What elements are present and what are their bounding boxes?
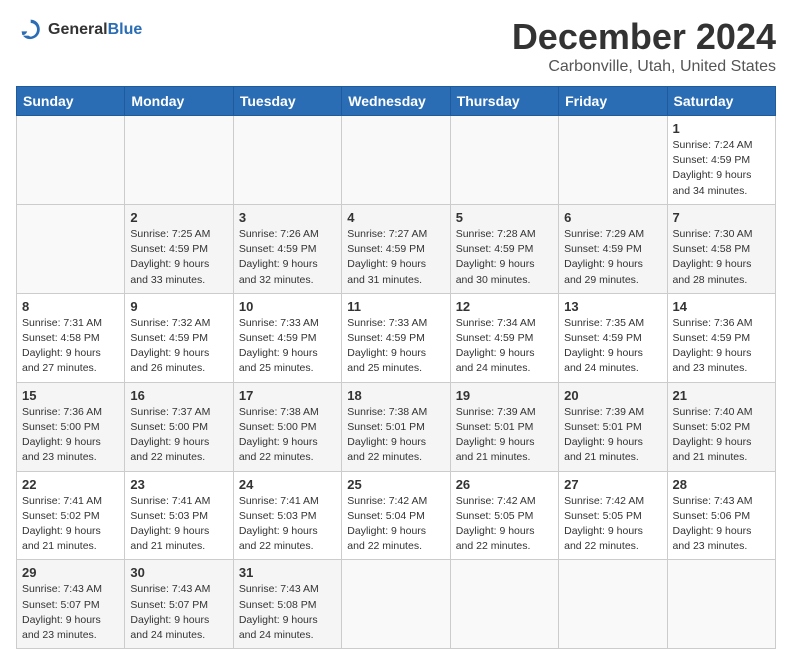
calendar-day-9: 9Sunrise: 7:32 AMSunset: 4:59 PMDaylight…: [125, 293, 233, 382]
empty-cell: [450, 116, 558, 205]
calendar-day-26: 26Sunrise: 7:42 AMSunset: 5:05 PMDayligh…: [450, 471, 558, 560]
calendar-header-monday: Monday: [125, 87, 233, 116]
calendar-header-row: SundayMondayTuesdayWednesdayThursdayFrid…: [17, 87, 776, 116]
calendar-table: SundayMondayTuesdayWednesdayThursdayFrid…: [16, 86, 776, 649]
logo-general: General: [48, 21, 108, 38]
calendar-day-19: 19Sunrise: 7:39 AMSunset: 5:01 PMDayligh…: [450, 382, 558, 471]
calendar-day-5: 5Sunrise: 7:28 AMSunset: 4:59 PMDaylight…: [450, 204, 558, 293]
calendar-day-16: 16Sunrise: 7:37 AMSunset: 5:00 PMDayligh…: [125, 382, 233, 471]
logo-icon: [16, 16, 44, 44]
logo-blue: Blue: [108, 21, 143, 38]
empty-cell: [559, 116, 667, 205]
empty-cell: [559, 560, 667, 649]
page-header: GeneralBlue December 2024 Carbonville, U…: [16, 16, 776, 76]
month-title: December 2024: [512, 16, 776, 58]
location-title: Carbonville, Utah, United States: [512, 58, 776, 76]
calendar-header-saturday: Saturday: [667, 87, 775, 116]
calendar-day-28: 28Sunrise: 7:43 AMSunset: 5:06 PMDayligh…: [667, 471, 775, 560]
logo: GeneralBlue: [16, 16, 142, 44]
calendar-day-18: 18Sunrise: 7:38 AMSunset: 5:01 PMDayligh…: [342, 382, 450, 471]
calendar-header-thursday: Thursday: [450, 87, 558, 116]
calendar-header-tuesday: Tuesday: [233, 87, 341, 116]
calendar-day-4: 4Sunrise: 7:27 AMSunset: 4:59 PMDaylight…: [342, 204, 450, 293]
empty-cell: [667, 560, 775, 649]
calendar-day-10: 10Sunrise: 7:33 AMSunset: 4:59 PMDayligh…: [233, 293, 341, 382]
calendar-day-3: 3Sunrise: 7:26 AMSunset: 4:59 PMDaylight…: [233, 204, 341, 293]
calendar-day-7: 7Sunrise: 7:30 AMSunset: 4:58 PMDaylight…: [667, 204, 775, 293]
calendar-header-sunday: Sunday: [17, 87, 125, 116]
empty-cell: [233, 116, 341, 205]
calendar-day-2: 2Sunrise: 7:25 AMSunset: 4:59 PMDaylight…: [125, 204, 233, 293]
calendar-day-22: 22Sunrise: 7:41 AMSunset: 5:02 PMDayligh…: [17, 471, 125, 560]
calendar-day-6: 6Sunrise: 7:29 AMSunset: 4:59 PMDaylight…: [559, 204, 667, 293]
calendar-day-8: 8Sunrise: 7:31 AMSunset: 4:58 PMDaylight…: [17, 293, 125, 382]
calendar-day-24: 24Sunrise: 7:41 AMSunset: 5:03 PMDayligh…: [233, 471, 341, 560]
calendar-day-11: 11Sunrise: 7:33 AMSunset: 4:59 PMDayligh…: [342, 293, 450, 382]
calendar-body: 1Sunrise: 7:24 AMSunset: 4:59 PMDaylight…: [17, 116, 776, 649]
title-area: December 2024 Carbonville, Utah, United …: [512, 16, 776, 76]
empty-cell: [17, 116, 125, 205]
calendar-day-12: 12Sunrise: 7:34 AMSunset: 4:59 PMDayligh…: [450, 293, 558, 382]
calendar-day-25: 25Sunrise: 7:42 AMSunset: 5:04 PMDayligh…: [342, 471, 450, 560]
empty-cell: [342, 560, 450, 649]
calendar-day-23: 23Sunrise: 7:41 AMSunset: 5:03 PMDayligh…: [125, 471, 233, 560]
calendar-day-17: 17Sunrise: 7:38 AMSunset: 5:00 PMDayligh…: [233, 382, 341, 471]
calendar-header-friday: Friday: [559, 87, 667, 116]
calendar-day-20: 20Sunrise: 7:39 AMSunset: 5:01 PMDayligh…: [559, 382, 667, 471]
calendar-day-30: 30Sunrise: 7:43 AMSunset: 5:07 PMDayligh…: [125, 560, 233, 649]
calendar-day-21: 21Sunrise: 7:40 AMSunset: 5:02 PMDayligh…: [667, 382, 775, 471]
calendar-day-31: 31Sunrise: 7:43 AMSunset: 5:08 PMDayligh…: [233, 560, 341, 649]
calendar-header-wednesday: Wednesday: [342, 87, 450, 116]
calendar-day-15: 15Sunrise: 7:36 AMSunset: 5:00 PMDayligh…: [17, 382, 125, 471]
calendar-day-27: 27Sunrise: 7:42 AMSunset: 5:05 PMDayligh…: [559, 471, 667, 560]
calendar-day-13: 13Sunrise: 7:35 AMSunset: 4:59 PMDayligh…: [559, 293, 667, 382]
empty-cell: [450, 560, 558, 649]
calendar-day-29: 29Sunrise: 7:43 AMSunset: 5:07 PMDayligh…: [17, 560, 125, 649]
calendar-day-14: 14Sunrise: 7:36 AMSunset: 4:59 PMDayligh…: [667, 293, 775, 382]
empty-cell: [125, 116, 233, 205]
calendar-day-1: 1Sunrise: 7:24 AMSunset: 4:59 PMDaylight…: [667, 116, 775, 205]
empty-cell: [17, 204, 125, 293]
empty-cell: [342, 116, 450, 205]
